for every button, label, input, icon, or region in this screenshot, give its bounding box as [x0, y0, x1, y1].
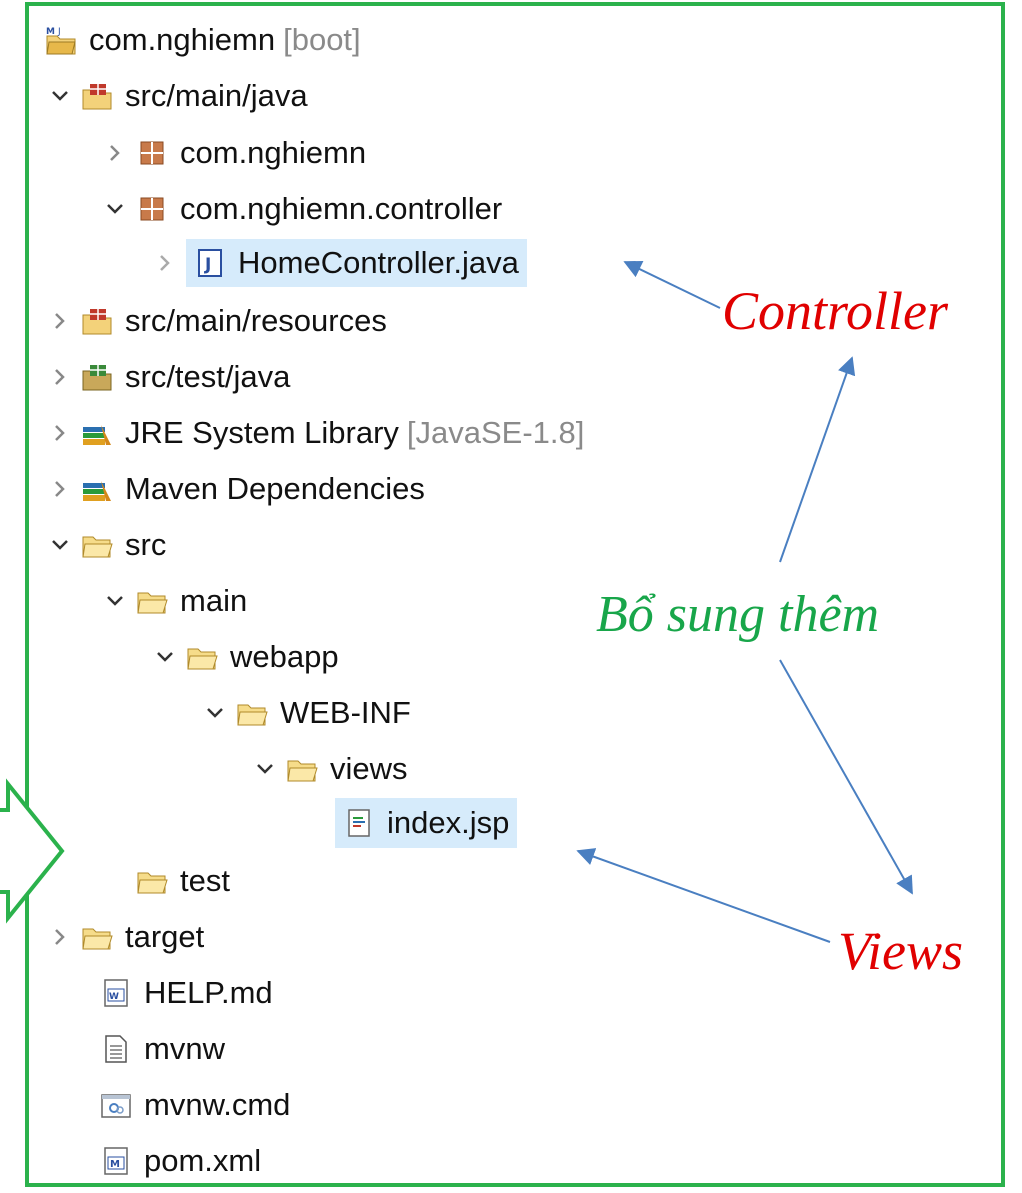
- svg-text:J: J: [204, 255, 211, 275]
- svg-text:W: W: [109, 992, 119, 1002]
- tree-item-label: HomeController.java: [238, 245, 519, 280]
- tree-item-label: JRE System Library: [125, 415, 399, 450]
- source-folder-icon: [81, 305, 113, 337]
- chevron-right-icon[interactable]: [150, 248, 180, 278]
- text-file-icon: [100, 1033, 132, 1065]
- tree-item-label: src: [125, 527, 167, 562]
- chevron-right-icon[interactable]: [45, 922, 75, 952]
- annotation-controller: Controller: [722, 281, 949, 341]
- tree-item-label: com.nghiemn.controller: [180, 191, 503, 226]
- tree-item-label: WEB-INF: [280, 695, 411, 730]
- selected-item-highlight: index.jsp: [335, 798, 518, 848]
- tree-item-label: mvnw: [144, 1031, 225, 1066]
- tree-item-maven-dependencies[interactable]: Maven Dependencies: [45, 466, 425, 512]
- tree-item-src-test-java[interactable]: src/test/java: [45, 354, 290, 400]
- library-icon: [81, 417, 113, 449]
- chevron-down-icon[interactable]: [45, 530, 75, 560]
- chevron-right-icon[interactable]: [45, 474, 75, 504]
- tree-item-label: Maven Dependencies: [125, 471, 425, 506]
- tree-item-mvnw[interactable]: mvnw: [100, 1026, 225, 1072]
- chevron-down-icon[interactable]: [100, 586, 130, 616]
- tree-item-index-jsp[interactable]: index.jsp: [335, 798, 518, 848]
- tree-item-decoration: [JavaSE-1.8]: [406, 415, 585, 450]
- folder-icon: [286, 753, 318, 785]
- folder-icon: [136, 865, 168, 897]
- tree-item-package-controller[interactable]: com.nghiemn.controller: [100, 186, 502, 232]
- test-source-folder-icon: [81, 361, 113, 393]
- tree-item-label: src/test/java: [125, 359, 291, 394]
- word-file-icon: W: [100, 977, 132, 1009]
- selected-item-highlight: J HomeController.java: [186, 239, 527, 287]
- jsp-file-icon: [343, 807, 375, 839]
- tree-item-label: mvnw.cmd: [144, 1087, 291, 1122]
- tree-item-label: main: [180, 583, 248, 618]
- tree-item-label: views: [330, 751, 408, 786]
- package-icon: [136, 193, 168, 225]
- annotation-add-more: Bổ sung thêm: [596, 586, 880, 643]
- java-file-icon: J: [194, 247, 226, 279]
- chevron-down-icon[interactable]: [100, 194, 130, 224]
- tree-item-src[interactable]: src: [45, 522, 166, 568]
- tree-item-label: src/main/resources: [125, 303, 387, 338]
- folder-icon: [236, 697, 268, 729]
- tree-item-src-main-java[interactable]: src/main/java: [45, 73, 308, 119]
- annotation-views: Views: [838, 921, 963, 981]
- tree-item-home-controller[interactable]: J HomeController.java: [150, 239, 527, 287]
- tree-item-mvnw-cmd[interactable]: mvnw.cmd: [100, 1082, 290, 1128]
- maven-pom-icon: M: [100, 1145, 132, 1177]
- library-icon: [81, 473, 113, 505]
- chevron-down-icon[interactable]: [150, 642, 180, 672]
- tree-item-webapp[interactable]: webapp: [150, 634, 339, 680]
- maven-project-icon: MJ: [45, 24, 77, 56]
- cmd-file-icon: [100, 1089, 132, 1121]
- chevron-right-icon[interactable]: [100, 138, 130, 168]
- tree-item-project-root[interactable]: MJ com.nghiemn [boot]: [45, 17, 361, 63]
- chevron-down-icon[interactable]: [200, 698, 230, 728]
- tree-item-pom-xml[interactable]: M pom.xml: [100, 1138, 261, 1184]
- folder-icon: [81, 921, 113, 953]
- tree-item-label: index.jsp: [387, 805, 510, 840]
- tree-item-label: webapp: [230, 639, 339, 674]
- tree-item-label: com.nghiemn: [180, 135, 367, 170]
- tree-item-label: test: [180, 863, 230, 898]
- tree-item-web-inf[interactable]: WEB-INF: [200, 690, 411, 736]
- tree-item-main[interactable]: main: [100, 578, 247, 624]
- svg-text:M: M: [46, 27, 55, 37]
- tree-item-views[interactable]: views: [250, 746, 408, 792]
- folder-icon: [136, 585, 168, 617]
- tree-item-src-main-resources[interactable]: src/main/resources: [45, 298, 387, 344]
- chevron-down-icon[interactable]: [250, 754, 280, 784]
- tree-item-help-md[interactable]: W HELP.md: [100, 970, 273, 1016]
- svg-text:M: M: [110, 1159, 120, 1170]
- chevron-down-icon[interactable]: [45, 81, 75, 111]
- package-icon: [136, 137, 168, 169]
- tree-item-decoration: [boot]: [283, 22, 361, 57]
- folder-icon: [81, 529, 113, 561]
- folder-icon: [186, 641, 218, 673]
- tree-item-label: target: [125, 919, 205, 954]
- tree-item-target[interactable]: target: [45, 914, 204, 960]
- tree-item-label: HELP.md: [144, 975, 273, 1010]
- tree-item-label: com.nghiemn: [89, 22, 276, 57]
- tree-item-label: pom.xml: [144, 1143, 262, 1178]
- tree-item-label: src/main/java: [125, 78, 308, 113]
- chevron-right-icon[interactable]: [45, 418, 75, 448]
- chevron-right-icon[interactable]: [45, 306, 75, 336]
- chevron-right-icon[interactable]: [45, 362, 75, 392]
- tree-item-jre-library[interactable]: JRE System Library [JavaSE-1.8]: [45, 410, 584, 456]
- tree-item-test[interactable]: test: [100, 858, 230, 904]
- svg-text:J: J: [57, 27, 61, 37]
- source-folder-icon: [81, 80, 113, 112]
- tree-item-package-nghiemn[interactable]: com.nghiemn: [100, 130, 366, 176]
